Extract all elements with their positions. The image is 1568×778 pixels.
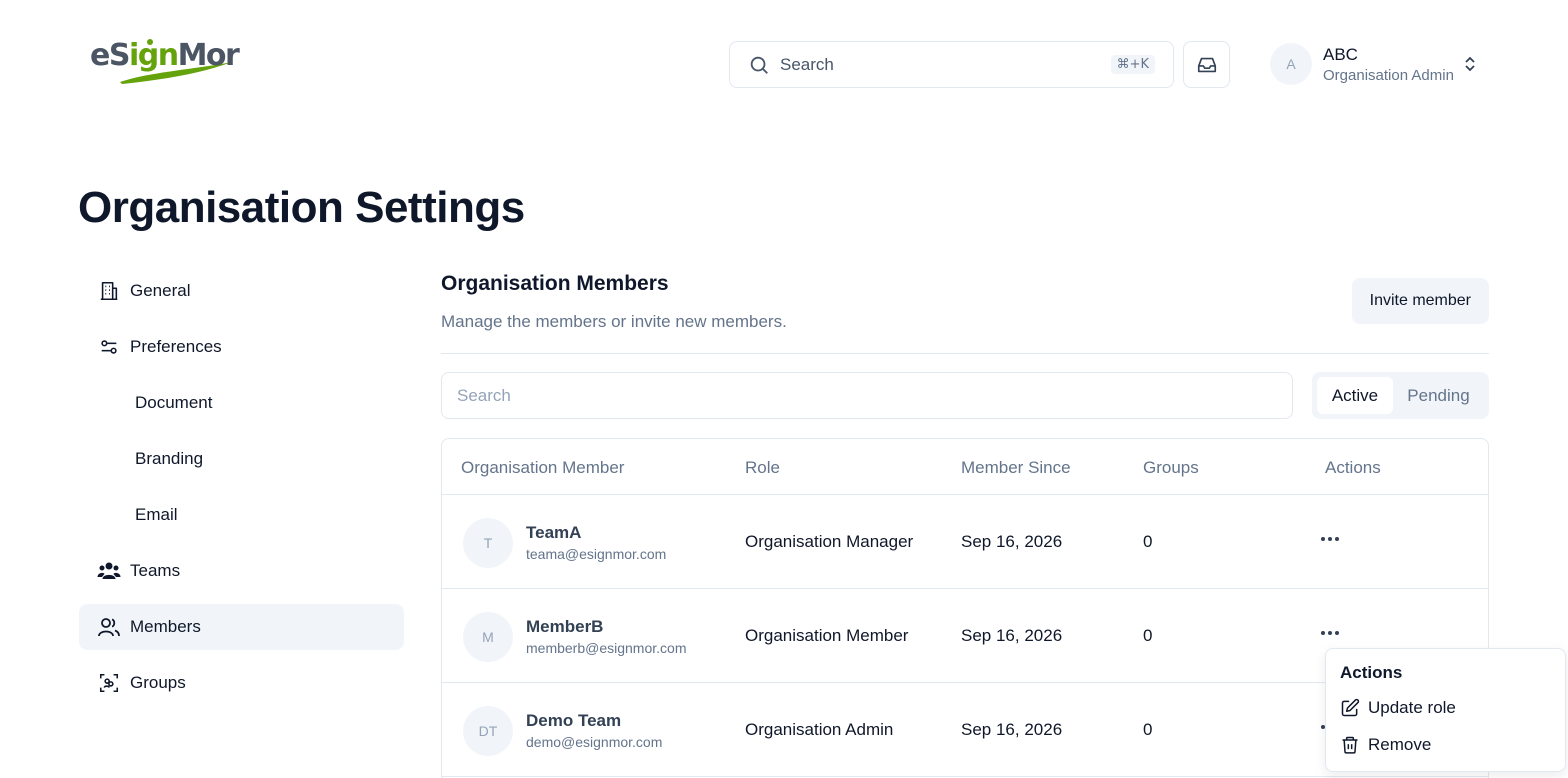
settings-sidebar: General Preferences Document Branding Em… [79,268,404,716]
sidebar-item-document[interactable]: Document [79,380,404,426]
search-icon [750,56,768,74]
tab-pending[interactable]: Pending [1393,377,1484,414]
sidebar-item-label: Groups [130,673,186,692]
building-icon [97,279,121,303]
menu-item-update-role[interactable]: Update role [1332,689,1559,726]
sidebar-item-branding[interactable]: Branding [79,436,404,482]
member-role: Organisation Member [745,626,909,645]
member-name: TeamA [526,523,582,542]
sidebar-item-label: Email [135,505,178,524]
menu-title: Actions [1340,663,1403,682]
section-description: Manage the members or invite new members… [441,312,787,331]
member-avatar: DT [463,706,513,756]
member-groups: 0 [1143,626,1153,645]
sidebar-item-email[interactable]: Email [79,492,404,538]
column-header-member[interactable]: Organisation Member [461,458,624,478]
user-role: Organisation Admin [1323,66,1454,84]
sidebar-item-label: Document [135,393,213,412]
member-role: Organisation Admin [745,720,894,739]
page-title: Organisation Settings [78,183,525,232]
member-avatar: M [463,612,513,662]
member-name: MemberB [526,617,604,636]
trash-icon [1340,735,1360,755]
chevron-up-down-icon [1465,56,1475,72]
divider [441,353,1489,354]
sidebar-item-preferences[interactable]: Preferences [79,324,404,370]
section-title: Organisation Members [441,272,669,295]
member-role: Organisation Manager [745,532,914,551]
user-icon [97,615,121,639]
search-shortcut: ⌘+K [1110,55,1155,74]
sidebar-item-label: General [130,281,191,300]
member-groups: 0 [1143,720,1153,739]
member-email: demo@esignmor.com [526,734,663,750]
row-actions-button[interactable] [1315,623,1345,643]
logo-text: eSignMor [90,38,240,73]
member-since: Sep 16, 2026 [961,626,1063,645]
sidebar-item-members[interactable]: Members [79,604,404,650]
sidebar-item-general[interactable]: General [79,268,404,314]
more-horizontal-icon [1321,537,1339,541]
column-header-actions: Actions [1325,458,1381,477]
menu-item-label: Update role [1368,697,1456,717]
user-menu[interactable]: A ABC Organisation Admin [1270,43,1485,85]
menu-item-remove[interactable]: Remove [1332,726,1559,763]
member-email: memberb@esignmor.com [526,640,687,656]
member-groups: 0 [1143,532,1153,551]
status-tabs: Active Pending [1312,372,1489,419]
row-actions-button[interactable] [1315,529,1345,549]
row-actions-menu: Actions Update role Remove [1325,648,1566,772]
user-name: ABC [1323,44,1358,64]
member-email: teama@esignmor.com [526,546,667,562]
member-name: Demo Team [526,711,622,730]
edit-icon [1340,698,1360,718]
member-avatar: T [463,518,513,568]
menu-item-label: Remove [1368,734,1432,754]
inbox-button[interactable] [1183,41,1230,88]
sidebar-item-label: Teams [130,561,181,580]
global-search[interactable]: Search ⌘+K [729,41,1174,88]
member-since: Sep 16, 2026 [961,532,1063,551]
inbox-icon [1197,57,1216,72]
avatar: A [1270,43,1312,85]
table-header: Organisation Member Role Member Since Gr… [442,439,1488,495]
column-header-member-since[interactable]: Member Since [961,458,1071,478]
sidebar-item-label: Preferences [130,337,222,356]
invite-member-button[interactable]: Invite member [1351,278,1489,324]
sidebar-item-label: Branding [135,449,204,468]
sidebar-item-groups[interactable]: Groups [79,660,404,706]
member-since: Sep 16, 2026 [961,720,1063,739]
sidebar-item-teams[interactable]: Teams [79,548,404,594]
sidebar-item-label: Members [130,617,201,636]
member-search-input[interactable] [441,372,1293,419]
group-scan-icon [97,671,121,695]
tab-active[interactable]: Active [1317,377,1393,414]
column-header-role[interactable]: Role [745,458,780,478]
column-header-groups[interactable]: Groups [1143,458,1199,478]
users-icon [97,559,121,583]
settings-sliders-icon [97,335,121,359]
search-label: Search [780,54,834,74]
esignmor-logo[interactable]: eSignMor [90,34,240,86]
table-row: T TeamA teama@esignmor.com Organisation … [442,495,1488,589]
more-horizontal-icon [1321,631,1339,635]
